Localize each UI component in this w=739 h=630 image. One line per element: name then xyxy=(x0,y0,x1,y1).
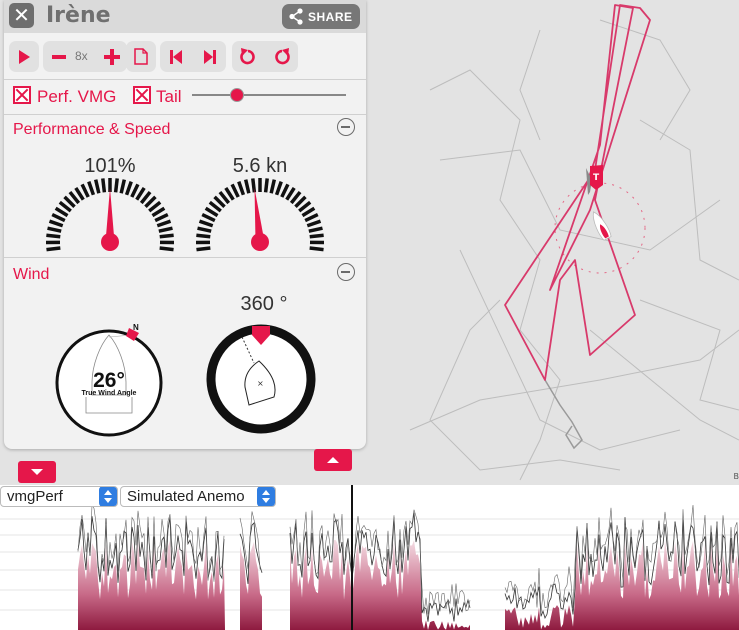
speed-control: 8x xyxy=(43,41,127,72)
metric-select-value: vmgPerf xyxy=(7,488,63,505)
close-icon: ✕ xyxy=(13,3,30,27)
divider xyxy=(4,257,366,258)
play-button[interactable] xyxy=(9,41,39,72)
tail-checkbox[interactable] xyxy=(133,86,151,104)
collapse-panel-button[interactable] xyxy=(314,449,352,471)
app-root: T B ✕ Irène SHARE 8x Perf. VMG Tail Perf… xyxy=(0,0,739,630)
boat-panel: ✕ Irène SHARE 8x Perf. VMG Tail Performa… xyxy=(4,0,366,449)
page-icon xyxy=(134,48,148,65)
tail-label: Tail xyxy=(156,87,182,106)
heading-value: 360 ° xyxy=(240,293,288,315)
source-select-value: Simulated Anemo xyxy=(127,488,245,505)
tail-slider-handle[interactable] xyxy=(230,88,244,102)
perf-vmg-label: Perf. VMG xyxy=(37,87,117,106)
expand-panel-button[interactable] xyxy=(18,461,56,483)
skip-forward-icon xyxy=(203,49,216,64)
metric-select[interactable]: vmgPerf xyxy=(0,486,118,507)
boat-flag-icon: T xyxy=(586,165,603,195)
share-label: SHARE xyxy=(308,10,353,24)
boat-name: Irène xyxy=(46,3,111,28)
faster-button[interactable] xyxy=(96,41,127,72)
skip-back-icon xyxy=(169,49,182,64)
rotate-left-button[interactable] xyxy=(232,41,263,72)
plus-icon xyxy=(103,48,120,65)
skip-forward-button[interactable] xyxy=(194,41,225,72)
skip-controls xyxy=(160,41,226,72)
skip-back-button[interactable] xyxy=(160,41,191,72)
series-line xyxy=(77,516,225,583)
north-label: N xyxy=(133,323,139,332)
slower-button[interactable] xyxy=(43,41,74,72)
gauge-hub xyxy=(251,233,269,251)
vmg-perf-area xyxy=(240,541,262,630)
play-icon xyxy=(19,49,30,64)
twa-label: True Wind Angle xyxy=(81,390,137,397)
performance-gauges xyxy=(45,178,325,252)
svg-text:×: × xyxy=(257,379,264,388)
metric-select-arrow-icon xyxy=(99,487,117,506)
divider xyxy=(4,114,366,115)
speed-gauge xyxy=(195,178,325,252)
ghost-tracks xyxy=(409,19,739,481)
minus-icon xyxy=(51,54,66,59)
perf-vmg-checkbox[interactable] xyxy=(13,86,31,104)
vmg-perf-area xyxy=(505,540,739,630)
source-select-arrow-icon xyxy=(257,487,275,506)
collapse-performance-button[interactable] xyxy=(337,118,355,136)
performance-title: Performance & Speed xyxy=(13,121,171,138)
divider xyxy=(4,79,366,80)
rotate-right-icon xyxy=(274,47,290,64)
gauge-hub xyxy=(101,233,119,251)
source-select[interactable]: Simulated Anemo xyxy=(120,486,276,507)
rotate-controls xyxy=(232,41,298,72)
rotate-right-button[interactable] xyxy=(266,41,297,72)
rotate-left-icon xyxy=(239,47,255,64)
page-button[interactable] xyxy=(126,41,156,72)
share-button[interactable]: SHARE xyxy=(282,4,360,29)
vmg-perf-gauge xyxy=(45,178,175,252)
wind-title: Wind xyxy=(13,266,50,283)
speed-multiplier: 8x xyxy=(75,49,88,63)
collapse-wind-button[interactable] xyxy=(337,263,355,281)
tail-slider[interactable] xyxy=(192,85,348,105)
title-bar: ✕ Irène SHARE xyxy=(4,0,366,33)
share-icon xyxy=(289,8,303,25)
svg-text:T: T xyxy=(593,173,600,183)
close-button[interactable]: ✕ xyxy=(9,3,34,28)
graph-area: vmgPerf Simulated Anemo xyxy=(0,485,739,630)
map-attribution: B xyxy=(733,472,739,481)
